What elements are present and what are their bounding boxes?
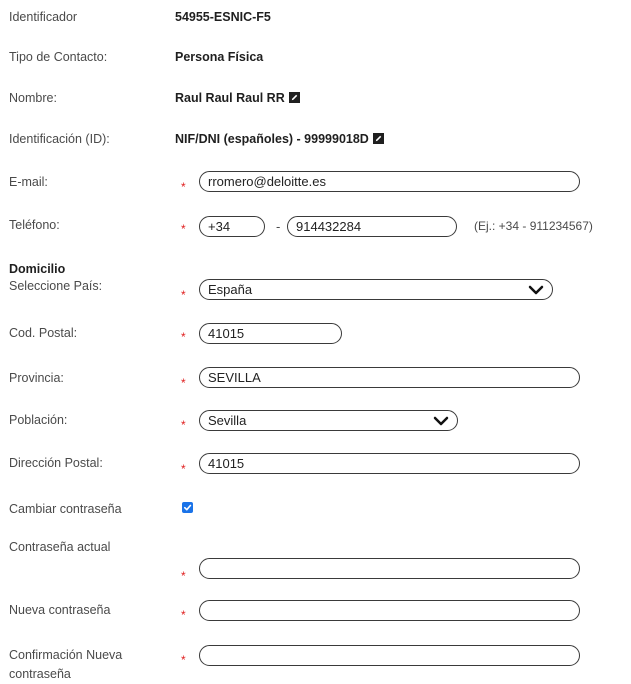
required-mark: *	[181, 288, 186, 302]
nueva-contrasena-label: Nueva contraseña	[9, 603, 111, 617]
contrasena-actual-label: Contraseña actual	[9, 540, 111, 554]
required-mark: *	[181, 462, 186, 476]
check-icon	[183, 504, 192, 511]
nombre-value: Raul Raul Raul RR	[175, 91, 285, 105]
poblacion-label: Población:	[9, 413, 68, 427]
required-mark: *	[181, 653, 186, 667]
email-label: E-mail:	[9, 175, 48, 189]
phone-dash: -	[276, 219, 281, 234]
required-mark: *	[181, 418, 186, 432]
confirmacion-label-line2: contraseña	[9, 667, 71, 681]
chevron-down-icon	[433, 416, 449, 425]
chevron-down-icon	[528, 285, 544, 294]
telefono-label: Teléfono:	[9, 218, 60, 232]
identificador-value: 54955-ESNIC-F5	[175, 10, 271, 24]
poblacion-selected: Sevilla	[208, 413, 247, 428]
required-mark: *	[181, 608, 186, 622]
phone-number-input[interactable]	[287, 216, 457, 237]
tipo-contacto-label: Tipo de Contacto:	[9, 50, 108, 64]
required-mark: *	[181, 222, 186, 236]
required-mark: *	[181, 330, 186, 344]
pais-select[interactable]: España	[199, 279, 553, 300]
direccion-input[interactable]	[199, 453, 580, 474]
cod-postal-label: Cod. Postal:	[9, 326, 78, 340]
domicilio-title: Domicilio	[9, 262, 66, 276]
direccion-label: Dirección Postal:	[9, 456, 103, 470]
nombre-label: Nombre:	[9, 91, 57, 105]
pencil-edit-icon[interactable]	[288, 92, 300, 103]
provincia-label: Provincia:	[9, 371, 64, 385]
email-input[interactable]	[199, 171, 580, 192]
provincia-input[interactable]	[199, 367, 580, 388]
required-mark: *	[181, 569, 186, 583]
required-mark: *	[181, 376, 186, 390]
identificacion-value: NIF/DNI (españoles) - 99999018D	[175, 132, 369, 146]
tipo-contacto-value: Persona Física	[175, 50, 264, 64]
poblacion-select[interactable]: Sevilla	[199, 410, 458, 431]
contrasena-actual-input[interactable]	[199, 558, 580, 579]
phone-hint: (Ej.: +34 - 911234567)	[474, 219, 593, 233]
phone-prefix-input[interactable]	[199, 216, 265, 237]
pais-selected: España	[208, 282, 253, 297]
pencil-edit-icon[interactable]	[372, 133, 384, 144]
cambiar-contrasena-label: Cambiar contraseña	[9, 502, 122, 516]
nueva-contrasena-input[interactable]	[199, 600, 580, 621]
required-mark: *	[181, 180, 186, 194]
cambiar-contrasena-checkbox[interactable]	[182, 502, 193, 513]
cod-postal-input[interactable]	[199, 323, 342, 344]
identificacion-label: Identificación (ID):	[9, 132, 110, 146]
confirmacion-label-line1: Confirmación Nueva	[9, 648, 123, 662]
identificador-label: Identificador	[9, 10, 78, 24]
identificacion-row: NIF/DNI (españoles) - 99999018D	[175, 132, 384, 146]
nombre-row: Raul Raul Raul RR	[175, 91, 300, 105]
pais-label: Seleccione País:	[9, 279, 103, 293]
confirmacion-contrasena-input[interactable]	[199, 645, 580, 666]
